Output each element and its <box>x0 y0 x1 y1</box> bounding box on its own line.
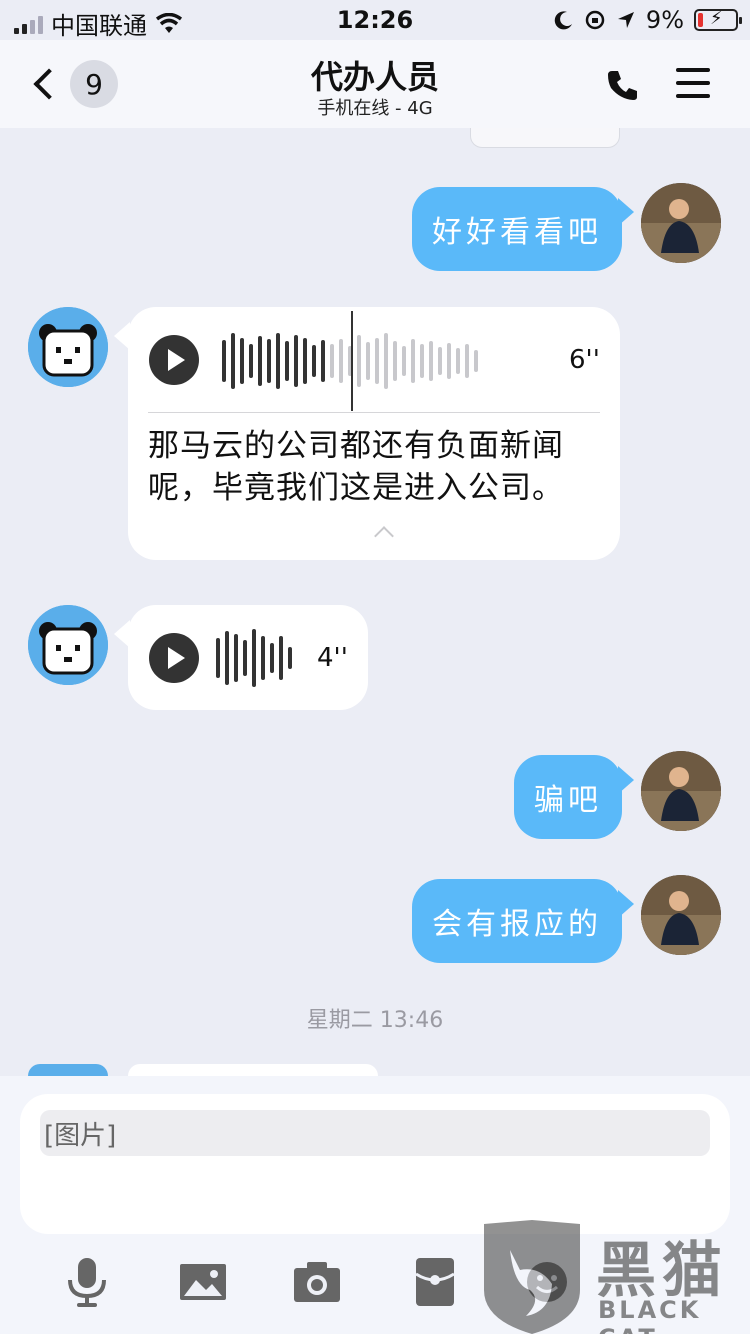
battery-percent: 9% <box>645 6 684 34</box>
image-icon[interactable] <box>178 1254 228 1308</box>
watermark-subtext: BLACK CAT <box>598 1296 702 1334</box>
cat-shield-icon <box>484 1220 580 1334</box>
previous-image-thumbnail[interactable] <box>470 128 620 148</box>
my-avatar[interactable] <box>641 751 721 831</box>
divider <box>148 412 600 413</box>
my-avatar[interactable] <box>641 875 721 955</box>
message-bubble-me[interactable]: 骗吧 <box>514 755 622 839</box>
location-icon <box>617 12 634 28</box>
mic-icon[interactable] <box>62 1254 112 1308</box>
status-bar: 中国联通 12:26 9% ⚡ <box>0 0 750 40</box>
status-right: 9% ⚡ <box>554 6 742 34</box>
red-packet-icon[interactable] <box>410 1254 460 1308</box>
bubble-tail <box>618 766 634 794</box>
play-icon[interactable] <box>149 335 199 385</box>
my-avatar[interactable] <box>641 183 721 263</box>
playback-cursor <box>351 311 353 411</box>
menu-icon[interactable] <box>676 68 710 98</box>
voice-duration: 4'' <box>317 643 348 673</box>
voice-message-bubble[interactable]: 4'' <box>128 605 368 710</box>
message-input[interactable] <box>40 1110 710 1156</box>
contact-avatar[interactable] <box>28 1064 108 1076</box>
message-text: 会有报应的 <box>432 907 602 942</box>
moon-icon <box>554 11 572 30</box>
message-bubble-contact[interactable] <box>128 1064 378 1076</box>
battery-icon: ⚡ <box>694 8 742 31</box>
rotation-lock-icon <box>585 10 605 30</box>
message-text: 骗吧 <box>534 783 602 818</box>
bubble-tail <box>618 198 634 226</box>
phone-icon[interactable] <box>606 68 640 102</box>
watermark-logo: 黑猫 BLACK CAT <box>480 1220 750 1334</box>
message-bubble-me[interactable]: 好好看看吧 <box>412 187 622 271</box>
transcript-line: 那马云的公司都还有负面新闻 <box>148 428 564 464</box>
waveform <box>216 627 292 689</box>
voice-message-bubble[interactable]: 6'' 那马云的公司都还有负面新闻 呢，毕竟我们这是进入公司。 <box>128 307 620 560</box>
camera-icon[interactable] <box>292 1254 342 1308</box>
bubble-tail <box>618 890 634 918</box>
waveform <box>222 329 478 393</box>
timestamp: 星期二 13:46 <box>306 1008 444 1033</box>
voice-transcript: 那马云的公司都还有负面新闻 呢，毕竟我们这是进入公司。 <box>148 425 564 509</box>
play-icon[interactable] <box>149 633 199 683</box>
voice-duration: 6'' <box>569 345 600 375</box>
message-bubble-me[interactable]: 会有报应的 <box>412 879 622 963</box>
collapse-transcript-icon[interactable] <box>374 526 394 546</box>
contact-avatar[interactable] <box>28 307 108 387</box>
nav-bar: 9 代办人员 手机在线 - 4G <box>0 40 750 128</box>
message-text: 好好看看吧 <box>432 215 602 250</box>
transcript-line: 呢，毕竟我们这是进入公司。 <box>148 470 564 506</box>
input-card <box>20 1094 730 1234</box>
contact-avatar[interactable] <box>28 605 108 685</box>
